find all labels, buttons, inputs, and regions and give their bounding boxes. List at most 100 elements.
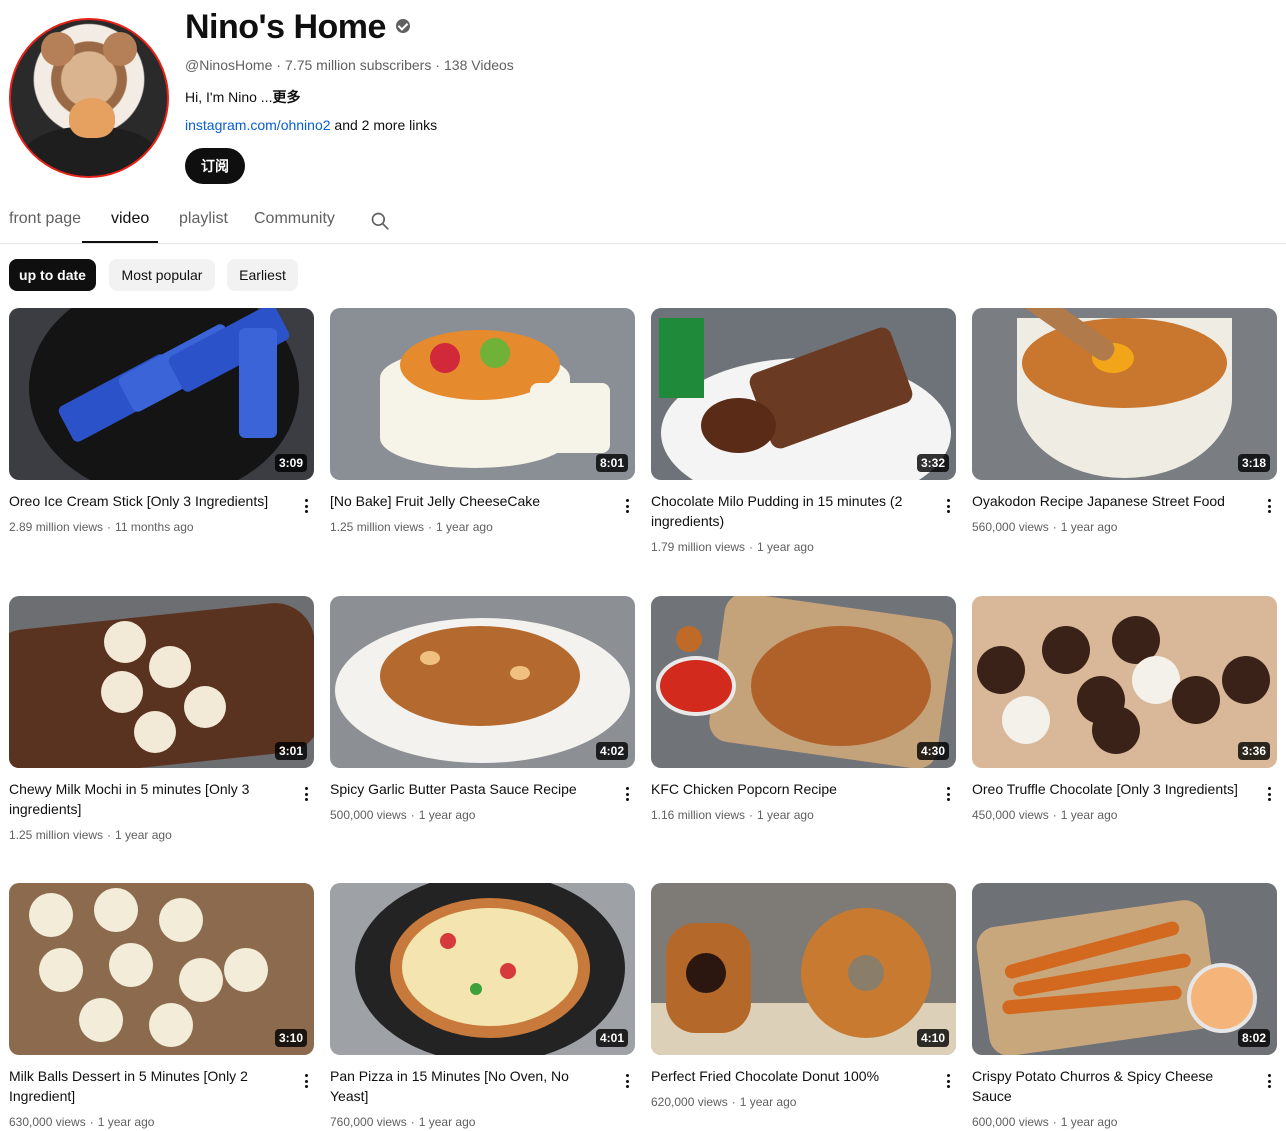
description-more[interactable]: 更多: [272, 89, 300, 105]
meta-separator: ·: [435, 57, 440, 73]
video-card[interactable]: 4:10 Perfect Fried Chocolate Donut 100% …: [651, 883, 956, 1109]
video-thumbnail[interactable]: 4:02: [330, 596, 635, 768]
chip-earliest[interactable]: Earliest: [227, 259, 298, 291]
video-views: 2.89 million views: [9, 520, 104, 534]
tab-front-page[interactable]: front page: [9, 210, 81, 228]
more-actions-icon[interactable]: [298, 496, 314, 516]
more-actions-icon[interactable]: [1261, 784, 1277, 804]
video-title-block: Pan Pizza in 15 Minutes [No Oven, No Yea…: [330, 1066, 598, 1131]
video-age: 1 year ago: [1060, 808, 1118, 822]
video-card[interactable]: 8:02 Crispy Potato Churros & Spicy Chees…: [972, 883, 1277, 1129]
video-views: 560,000 views: [972, 520, 1049, 534]
video-title-block: Oreo Ice Cream Stick [Only 3 Ingredients…: [9, 491, 277, 537]
more-actions-icon[interactable]: [619, 784, 635, 804]
video-count: 138 Videos: [444, 57, 514, 73]
video-stats: 450,000 views · 1 year ago: [972, 805, 1240, 825]
video-card[interactable]: 3:32 Chocolate Milo Pudding in 15 minute…: [651, 308, 956, 554]
stats-separator: ·: [410, 1115, 415, 1129]
video-views: 760,000 views: [330, 1115, 407, 1129]
more-actions-icon[interactable]: [619, 1071, 635, 1091]
chip-up-to-date[interactable]: up to date: [9, 259, 96, 291]
video-duration: 4:10: [916, 1029, 949, 1047]
video-title-block: Milk Balls Dessert in 5 Minutes [Only 2 …: [9, 1066, 277, 1131]
video-thumbnail[interactable]: 8:01: [330, 308, 635, 480]
search-icon[interactable]: [370, 211, 390, 231]
channel-links: instagram.com/ohnino2 and 2 more links: [185, 117, 437, 133]
video-thumbnail[interactable]: 3:10: [9, 883, 314, 1055]
video-title[interactable]: [No Bake] Fruit Jelly CheeseCake: [330, 491, 598, 511]
active-tab-indicator: [82, 241, 158, 243]
more-actions-icon[interactable]: [1261, 1071, 1277, 1091]
video-thumbnail[interactable]: 4:01: [330, 883, 635, 1055]
more-actions-icon[interactable]: [619, 496, 635, 516]
channel-meta: @NinosHome · 7.75 million subscribers · 138 …: [185, 57, 514, 73]
video-stats: 760,000 views · 1 year ago: [330, 1112, 598, 1131]
video-card[interactable]: 3:10 Milk Balls Dessert in 5 Minutes [On…: [9, 883, 314, 1129]
video-age: 11 months ago: [115, 520, 194, 534]
video-stats: 620,000 views · 1 year ago: [651, 1092, 919, 1112]
video-views: 620,000 views: [651, 1095, 728, 1109]
video-card[interactable]: 3:18 Oyakodon Recipe Japanese Street Foo…: [972, 308, 1277, 534]
more-actions-icon[interactable]: [940, 784, 956, 804]
tab-playlist[interactable]: playlist: [179, 210, 228, 228]
channel-avatar[interactable]: [9, 18, 169, 178]
video-thumbnail[interactable]: 3:18: [972, 308, 1277, 480]
avatar-cat: [69, 98, 115, 138]
video-age: 1 year ago: [418, 1115, 476, 1129]
video-title[interactable]: Oreo Truffle Chocolate [Only 3 Ingredien…: [972, 779, 1240, 799]
video-views: 1.25 million views: [330, 520, 425, 534]
video-thumbnail[interactable]: 3:09: [9, 308, 314, 480]
video-card[interactable]: 4:30 KFC Chicken Popcorn Recipe 1.16 mil…: [651, 596, 956, 822]
more-actions-icon[interactable]: [940, 1071, 956, 1091]
video-title[interactable]: Pan Pizza in 15 Minutes [No Oven, No Yea…: [330, 1066, 598, 1106]
video-thumbnail[interactable]: 3:32: [651, 308, 956, 480]
instagram-link[interactable]: instagram.com/ohnino2: [185, 117, 331, 133]
video-thumbnail[interactable]: 4:10: [651, 883, 956, 1055]
video-card[interactable]: 8:01 [No Bake] Fruit Jelly CheeseCake 1.…: [330, 308, 635, 534]
video-card[interactable]: 3:36 Oreo Truffle Chocolate [Only 3 Ingr…: [972, 596, 1277, 822]
video-card[interactable]: 4:02 Spicy Garlic Butter Pasta Sauce Rec…: [330, 596, 635, 822]
thumbnail-art: [330, 308, 635, 480]
more-actions-icon[interactable]: [298, 784, 314, 804]
thumbnail-art: [9, 596, 314, 768]
video-stats: 560,000 views · 1 year ago: [972, 517, 1240, 537]
subscribe-button[interactable]: 订阅: [185, 148, 245, 184]
video-views: 1.16 million views: [651, 808, 746, 822]
tab-community[interactable]: Community: [254, 210, 335, 228]
video-stats: 1.79 million views · 1 year ago: [651, 537, 919, 557]
video-title[interactable]: Crispy Potato Churros & Spicy Cheese Sau…: [972, 1066, 1240, 1106]
video-thumbnail[interactable]: 3:36: [972, 596, 1277, 768]
avatar-ear-left: [41, 32, 75, 66]
video-title[interactable]: Chocolate Milo Pudding in 15 minutes (2 …: [651, 491, 919, 531]
video-title[interactable]: Spicy Garlic Butter Pasta Sauce Recipe: [330, 779, 598, 799]
video-thumbnail[interactable]: 3:01: [9, 596, 314, 768]
stats-separator: ·: [1052, 808, 1057, 822]
tab-video[interactable]: video: [111, 210, 149, 228]
video-thumbnail[interactable]: 4:30: [651, 596, 956, 768]
more-actions-icon[interactable]: [1261, 496, 1277, 516]
channel-description[interactable]: Hi, I'm Nino ...更多: [185, 87, 300, 107]
more-actions-icon[interactable]: [940, 496, 956, 516]
more-actions-icon[interactable]: [298, 1071, 314, 1091]
stats-separator: ·: [107, 828, 112, 842]
chip-most-popular[interactable]: Most popular: [109, 259, 215, 291]
video-title[interactable]: Perfect Fried Chocolate Donut 100%: [651, 1066, 919, 1086]
video-title[interactable]: Milk Balls Dessert in 5 Minutes [Only 2 …: [9, 1066, 277, 1106]
video-age: 1 year ago: [1060, 1115, 1118, 1129]
video-title[interactable]: Oreo Ice Cream Stick [Only 3 Ingredients…: [9, 491, 277, 511]
video-card[interactable]: 4:01 Pan Pizza in 15 Minutes [No Oven, N…: [330, 883, 635, 1129]
video-age: 1 year ago: [757, 540, 814, 554]
channel-handle: @NinosHome: [185, 57, 273, 73]
video-title-block: Perfect Fried Chocolate Donut 100% 620,0…: [651, 1066, 919, 1112]
video-title[interactable]: Oyakodon Recipe Japanese Street Food: [972, 491, 1240, 511]
video-title[interactable]: Chewy Milk Mochi in 5 minutes [Only 3 in…: [9, 779, 277, 819]
video-stats: 1.25 million views · 1 year ago: [330, 517, 598, 537]
more-links[interactable]: and 2 more links: [331, 117, 437, 133]
video-card[interactable]: 3:01 Chewy Milk Mochi in 5 minutes [Only…: [9, 596, 314, 842]
video-card[interactable]: 3:09 Oreo Ice Cream Stick [Only 3 Ingred…: [9, 308, 314, 534]
video-views: 450,000 views: [972, 808, 1049, 822]
video-thumbnail[interactable]: 8:02: [972, 883, 1277, 1055]
video-title[interactable]: KFC Chicken Popcorn Recipe: [651, 779, 919, 799]
subscriber-count: 7.75 million subscribers: [285, 57, 432, 73]
video-duration: 3:36: [1237, 742, 1270, 760]
